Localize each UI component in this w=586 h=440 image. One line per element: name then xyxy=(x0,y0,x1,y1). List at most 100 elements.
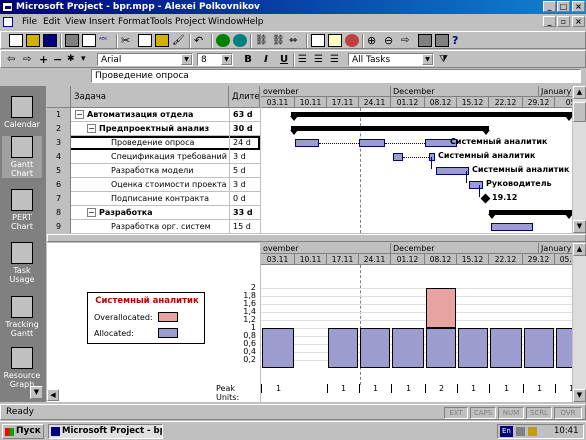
outline-toggle-icon[interactable]: − xyxy=(87,124,96,133)
allocated-column[interactable] xyxy=(426,328,456,368)
document-icon[interactable] xyxy=(3,17,13,27)
scroll-up-icon[interactable]: ▲ xyxy=(573,86,586,99)
menu-edit[interactable]: Edit xyxy=(43,14,60,30)
overallocated-column[interactable] xyxy=(426,288,456,328)
undo-icon[interactable]: ↶ xyxy=(194,34,208,47)
task-bar[interactable] xyxy=(359,139,385,147)
table-row[interactable]: 2 − Предпроектный анализ 30 d xyxy=(47,122,260,136)
copy-icon[interactable] xyxy=(138,34,152,47)
outline-toggle-icon[interactable]: − xyxy=(75,110,84,119)
minimize-button[interactable]: _ xyxy=(543,1,556,12)
column-header-task[interactable]: Задача xyxy=(71,86,229,108)
row-number[interactable]: 6 xyxy=(47,178,71,192)
show-subtasks-icon[interactable]: + xyxy=(39,53,53,66)
doc-minimize-button[interactable]: _ xyxy=(543,16,556,27)
table-row[interactable]: 3 Проведение опроса 24 d xyxy=(47,136,260,150)
show-dropdown-icon[interactable]: ▾ xyxy=(81,53,95,66)
task-duration[interactable]: 15 d xyxy=(229,220,260,233)
task-bar[interactable] xyxy=(393,153,403,161)
view-gantt-chart[interactable]: Gantt Chart xyxy=(2,136,42,178)
summary-bar[interactable] xyxy=(291,112,572,117)
row-number[interactable]: 1 xyxy=(47,108,71,122)
new-icon[interactable] xyxy=(9,34,23,47)
zoom-out-icon[interactable]: ⊖ xyxy=(384,34,398,47)
align-left-icon[interactable]: ☰ xyxy=(298,53,312,66)
task-name[interactable]: Разработка модели xyxy=(111,164,229,178)
link-tasks-icon[interactable]: ⛓ xyxy=(255,34,269,47)
allocated-column[interactable] xyxy=(556,328,572,368)
font-select[interactable]: Arial ▼ xyxy=(97,53,193,66)
task-name[interactable]: Предпроектный анализ xyxy=(99,122,229,136)
web-toolbar-icon[interactable] xyxy=(233,34,247,47)
row-number[interactable]: 5 xyxy=(47,164,71,178)
task-name[interactable]: Спецификация требований xyxy=(111,150,229,164)
menu-help[interactable]: Help xyxy=(243,14,264,30)
row-number[interactable]: 9 xyxy=(47,220,71,233)
menu-file[interactable]: File xyxy=(22,14,37,30)
task-duration[interactable]: 24 d xyxy=(229,136,260,150)
menu-tools[interactable]: Tools xyxy=(150,14,172,30)
allocated-column[interactable] xyxy=(328,328,358,368)
task-bar[interactable] xyxy=(491,223,533,231)
taskbar-button-project[interactable]: Microsoft Project - bp... xyxy=(48,424,163,439)
underline-button[interactable]: U xyxy=(277,53,291,66)
title-bar[interactable]: Microsoft Project - bpr.mpp - Alexei Pol… xyxy=(0,0,586,14)
align-right-icon[interactable]: ☰ xyxy=(330,53,344,66)
table-row[interactable]: 8 − Разработка 33 d xyxy=(47,206,260,220)
view-tracking-gantt[interactable]: Tracking Gantt xyxy=(2,296,42,338)
table-row[interactable]: 6 Оценка стоимости проекта 3 d xyxy=(47,178,260,192)
dropdown-arrow-icon[interactable]: ▼ xyxy=(422,54,433,65)
row-number[interactable]: 4 xyxy=(47,150,71,164)
tray-icon[interactable] xyxy=(516,427,525,436)
spelling-icon[interactable]: ᴬᴮᶜ xyxy=(99,34,113,47)
gantt-wizard-icon[interactable] xyxy=(435,34,449,47)
task-bar[interactable] xyxy=(295,139,319,147)
menu-project[interactable]: Project xyxy=(175,14,206,30)
task-name[interactable]: Разработка орг. систем xyxy=(111,220,229,233)
close-button[interactable]: × xyxy=(572,1,585,12)
task-notes-icon[interactable] xyxy=(328,34,342,47)
show-all-icon[interactable]: ✱ xyxy=(67,53,81,66)
dropdown-arrow-icon[interactable]: ▼ xyxy=(181,54,192,65)
table-row[interactable]: 7 Подписание контракта 0 d xyxy=(47,192,260,206)
outdent-icon[interactable]: ⇦ xyxy=(7,53,21,66)
menu-view[interactable]: View xyxy=(65,14,86,30)
hide-subtasks-icon[interactable]: − xyxy=(53,53,67,66)
allocated-column[interactable] xyxy=(392,328,424,368)
row-number[interactable]: 2 xyxy=(47,122,71,136)
task-bar[interactable] xyxy=(436,167,469,175)
split-task-icon[interactable]: ⇔ xyxy=(289,34,303,47)
doc-restore-button[interactable]: ▫ xyxy=(557,16,570,27)
select-all-corner[interactable] xyxy=(47,86,71,108)
dropdown-arrow-icon[interactable]: ▼ xyxy=(221,54,232,65)
table-row[interactable]: 9 Разработка орг. систем 15 d xyxy=(47,220,260,233)
table-row[interactable]: 1− Автоматизация отдела 63 d xyxy=(47,108,260,122)
scroll-down-icon[interactable]: ▼ xyxy=(573,220,586,233)
allocated-column[interactable] xyxy=(524,328,554,368)
format-painter-icon[interactable]: 🖌 xyxy=(172,34,186,47)
print-preview-icon[interactable] xyxy=(82,34,96,47)
doc-close-button[interactable]: × xyxy=(572,16,585,27)
align-center-icon[interactable]: ☰ xyxy=(314,53,328,66)
task-name[interactable]: Оценка стоимости проекта xyxy=(111,178,229,192)
task-duration[interactable]: 63 d xyxy=(229,108,260,122)
save-icon[interactable] xyxy=(43,34,57,47)
task-duration[interactable]: 30 d xyxy=(229,122,260,136)
allocated-column[interactable] xyxy=(262,328,294,368)
copy-picture-icon[interactable] xyxy=(418,34,432,47)
indent-icon[interactable]: ⇨ xyxy=(23,53,37,66)
cut-icon[interactable]: ✂ xyxy=(121,34,135,47)
menu-insert[interactable]: Insert xyxy=(89,14,115,30)
outline-toggle-icon[interactable]: − xyxy=(87,208,96,217)
milestone-diamond[interactable] xyxy=(480,193,491,204)
scroll-up-icon[interactable]: ▲ xyxy=(573,243,586,256)
paste-icon[interactable] xyxy=(155,34,169,47)
allocated-column[interactable] xyxy=(360,328,390,368)
help-icon[interactable]: ? xyxy=(452,34,466,47)
row-number[interactable]: 3 xyxy=(47,136,71,150)
view-resource-graph[interactable]: Resource Graph xyxy=(2,347,42,389)
table-row[interactable]: 5 Разработка модели 5 d xyxy=(47,164,260,178)
maximize-button[interactable]: □ xyxy=(557,1,570,12)
allocated-column[interactable] xyxy=(458,328,488,368)
task-duration[interactable]: 0 d xyxy=(229,192,260,206)
